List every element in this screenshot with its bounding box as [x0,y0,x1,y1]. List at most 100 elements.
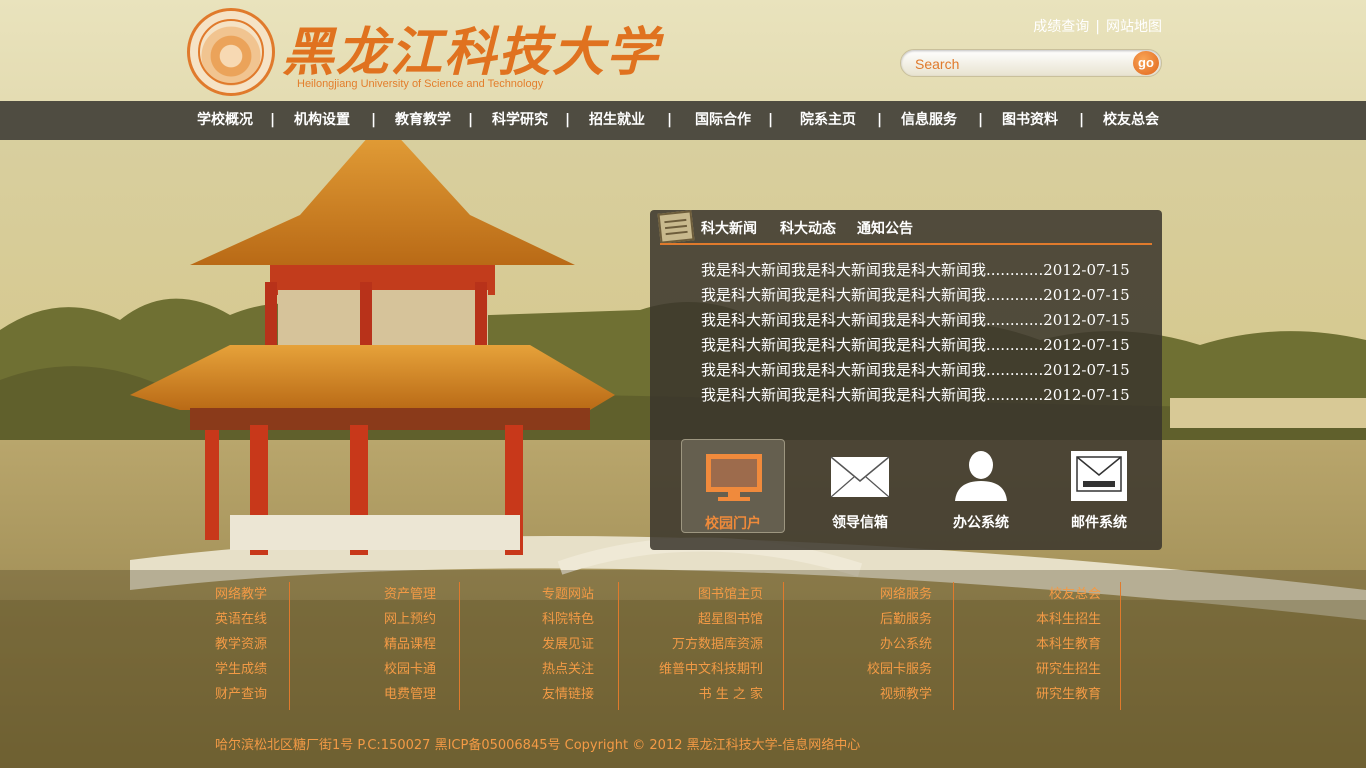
envelope-icon [830,456,890,498]
mail-inbox-icon [1071,451,1127,501]
footer-link[interactable]: 英语在线 [215,607,267,632]
footer-link[interactable]: 书 生 之 家 [651,682,763,707]
main-nav: 学校概况 | 机构设置 | 教育教学 | 科学研究 | 招生就业 | 国际合作 … [0,101,1366,140]
footer-link[interactable]: 图书馆主页 [651,582,763,607]
footer-divider [459,582,460,710]
footer-column-services: 网络服务 后勤服务 办公系统 校园卡服务 视频教学 [860,582,932,707]
site-header: 黑龙江科技大学 Heilongjiang University of Scien… [0,0,1366,101]
news-item[interactable]: 我是科大新闻我是科大新闻我是科大新闻我............2012-07-1… [701,333,1146,358]
campus-portal-label: 校园门户 [705,516,761,532]
footer-link[interactable]: 视频教学 [860,682,932,707]
mail-system-button[interactable]: 邮件系统 [1047,439,1151,533]
school-logo[interactable]: 黑龙江科技大学 Heilongjiang University of Scien… [187,8,658,100]
search-go-button[interactable]: go [1133,51,1159,75]
nav-item-international[interactable]: 国际合作 [695,101,751,140]
top-link-separator: | [1095,19,1100,35]
nav-separator: | [978,112,984,128]
school-seal-icon [187,8,275,96]
nav-separator: | [371,112,377,128]
footer-link[interactable]: 科院特色 [542,607,594,632]
footer-link[interactable]: 热点关注 [542,657,594,682]
footer-link[interactable]: 维普中文科技期刊 [651,657,763,682]
footer-divider [1120,582,1121,710]
school-name: 黑龙江科技大学 [282,22,661,83]
grade-query-link[interactable]: 成绩查询 [1033,19,1089,35]
nav-separator: | [270,112,276,128]
notebook-icon [657,210,695,244]
footer-link[interactable]: 校园卡通 [384,657,436,682]
nav-item-alumni[interactable]: 校友总会 [1103,101,1159,140]
footer-link[interactable]: 网上预约 [384,607,436,632]
news-item[interactable]: 我是科大新闻我是科大新闻我是科大新闻我............2012-07-1… [701,283,1146,308]
nav-item-school-overview[interactable]: 学校概况 [197,101,253,140]
footer-divider [953,582,954,710]
footer-link[interactable]: 万方数据库资源 [651,632,763,657]
footer-link[interactable]: 资产管理 [384,582,436,607]
nav-item-info-services[interactable]: 信息服务 [901,101,957,140]
footer-link[interactable]: 研究生教育 [1028,682,1101,707]
site-map-link[interactable]: 网站地图 [1106,19,1162,35]
footer-link[interactable]: 校园卡服务 [860,657,932,682]
news-panel: 科大新闻 科大动态 通知公告 我是科大新闻我是科大新闻我是科大新闻我......… [650,210,1162,550]
tab-university-news[interactable]: 科大新闻 [701,218,757,238]
tab-underline [660,243,1152,245]
nav-separator: | [468,112,474,128]
footer-column-assets: 资产管理 网上预约 精品课程 校园卡通 电费管理 [384,582,436,707]
footer-link[interactable]: 超星图书馆 [651,607,763,632]
footer-divider [783,582,784,710]
campus-portal-button[interactable]: 校园门户 [681,439,785,533]
news-item[interactable]: 我是科大新闻我是科大新闻我是科大新闻我............2012-07-1… [701,308,1146,333]
nav-item-library[interactable]: 图书资料 [1002,101,1058,140]
nav-separator: | [565,112,571,128]
footer-link[interactable]: 本科生招生 [1028,607,1101,632]
footer-column-topics: 专题网站 科院特色 发展见证 热点关注 友情链接 [542,582,594,707]
footer-link[interactable]: 发展见证 [542,632,594,657]
footer-link[interactable]: 本科生教育 [1028,632,1101,657]
footer-divider [289,582,290,710]
footer-column-library: 图书馆主页 超星图书馆 万方数据库资源 维普中文科技期刊 书 生 之 家 [651,582,763,707]
tab-notices[interactable]: 通知公告 [857,218,913,238]
footer-column-admissions: 校友总会 本科生招生 本科生教育 研究生招生 研究生教育 [1028,582,1101,707]
nav-item-organization[interactable]: 机构设置 [294,101,350,140]
footer-link[interactable]: 学生成绩 [215,657,267,682]
footer-link[interactable]: 后勤服务 [860,607,932,632]
footer-divider [618,582,619,710]
footer-link[interactable]: 校友总会 [1028,582,1101,607]
search-input[interactable] [915,54,1125,74]
news-list: 我是科大新闻我是科大新闻我是科大新闻我............2012-07-1… [701,258,1146,408]
nav-item-research[interactable]: 科学研究 [492,101,548,140]
footer-link[interactable]: 财产查询 [215,682,267,707]
footer-links: 网络教学 英语在线 教学资源 学生成绩 财产查询 资产管理 网上预约 精品课程 … [0,570,1366,768]
news-item[interactable]: 我是科大新闻我是科大新闻我是科大新闻我............2012-07-1… [701,383,1146,408]
user-icon [955,451,1007,501]
leader-mailbox-label: 领导信箱 [832,515,888,531]
nav-separator: | [1079,112,1085,128]
footer-link[interactable]: 研究生招生 [1028,657,1101,682]
nav-item-education[interactable]: 教育教学 [395,101,451,140]
footer-link[interactable]: 网络教学 [215,582,267,607]
footer-link[interactable]: 电费管理 [384,682,436,707]
copyright-text: 哈尔滨松北区糖厂街1号 P.C:150027 黑ICP备05006845号 Co… [215,738,861,753]
leader-mailbox-button[interactable]: 领导信箱 [808,439,912,533]
school-name-en: Heilongjiang University of Science and T… [297,78,544,90]
monitor-icon [706,454,762,501]
nav-item-departments[interactable]: 院系主页 [800,101,856,140]
footer-link[interactable]: 教学资源 [215,632,267,657]
office-system-label: 办公系统 [953,515,1009,531]
nav-separator: | [768,112,774,128]
footer-link[interactable]: 精品课程 [384,632,436,657]
office-system-button[interactable]: 办公系统 [929,439,1033,533]
news-item[interactable]: 我是科大新闻我是科大新闻我是科大新闻我............2012-07-1… [701,258,1146,283]
search-box: go [900,49,1162,77]
top-links: 成绩查询 | 网站地图 [1033,16,1162,36]
tab-university-updates[interactable]: 科大动态 [780,218,836,238]
mail-system-label: 邮件系统 [1071,515,1127,531]
footer-link[interactable]: 友情链接 [542,682,594,707]
nav-item-admissions[interactable]: 招生就业 [589,101,645,140]
nav-separator: | [667,112,673,128]
nav-separator: | [877,112,883,128]
footer-link[interactable]: 专题网站 [542,582,594,607]
news-item[interactable]: 我是科大新闻我是科大新闻我是科大新闻我............2012-07-1… [701,358,1146,383]
footer-link[interactable]: 办公系统 [860,632,932,657]
footer-link[interactable]: 网络服务 [860,582,932,607]
